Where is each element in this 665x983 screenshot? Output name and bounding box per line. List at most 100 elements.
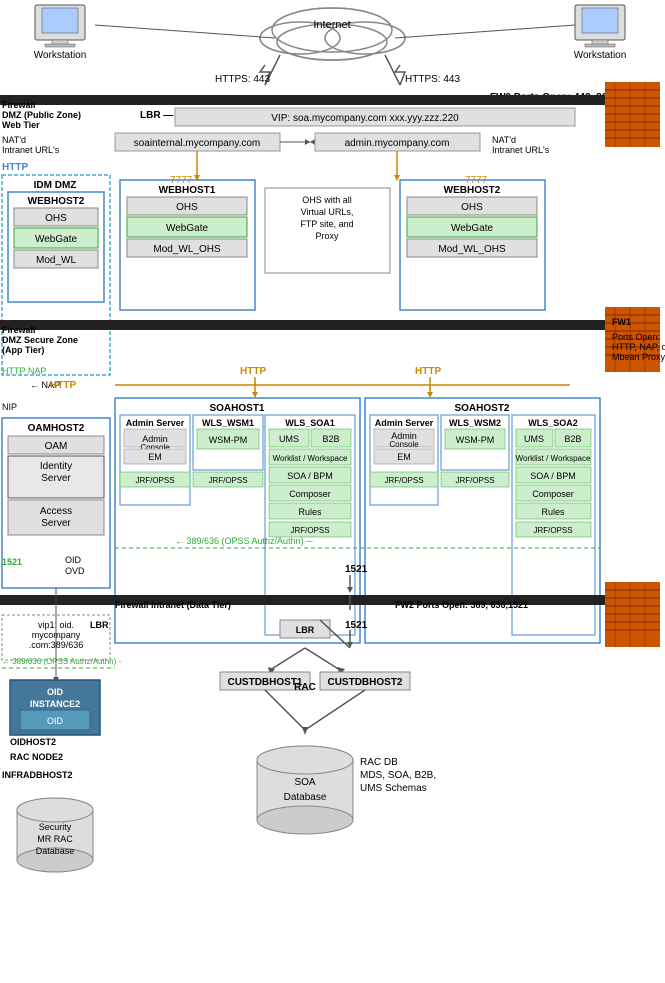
- svg-text:mycompany: mycompany: [32, 630, 81, 640]
- svg-text:OVD: OVD: [65, 566, 85, 576]
- svg-text:SOA / BPM: SOA / BPM: [530, 471, 576, 481]
- svg-text:WebGate: WebGate: [166, 223, 208, 234]
- svg-text:SOA / BPM: SOA / BPM: [287, 471, 333, 481]
- svg-text:← 389/636 (OPSS Authz/Authn) ─: ← 389/636 (OPSS Authz/Authn) ─: [175, 536, 313, 546]
- svg-text:WLS_WSM1: WLS_WSM1: [202, 418, 254, 428]
- svg-text:admin.mycompany.com: admin.mycompany.com: [345, 138, 450, 149]
- svg-text:Admin Server: Admin Server: [375, 418, 434, 428]
- svg-text:OID: OID: [47, 716, 64, 726]
- svg-text:1521: 1521: [345, 564, 368, 575]
- svg-text:WEBHOST2: WEBHOST2: [444, 185, 501, 196]
- svg-text:Intranet URL's: Intranet URL's: [2, 145, 60, 155]
- svg-text:OIDHOST2: OIDHOST2: [10, 737, 56, 747]
- svg-text:soainternal.mycompany.com: soainternal.mycompany.com: [134, 138, 261, 149]
- svg-text:Ports Open:: Ports Open:: [612, 332, 660, 342]
- svg-text:RAC DB: RAC DB: [360, 757, 398, 768]
- svg-text:Workstation: Workstation: [34, 50, 87, 61]
- svg-text:WEBHOST2: WEBHOST2: [28, 196, 85, 207]
- svg-text:SOAHOST2: SOAHOST2: [454, 403, 509, 414]
- svg-text:WebGate: WebGate: [35, 234, 77, 245]
- svg-text:UMS Schemas: UMS Schemas: [360, 783, 427, 794]
- svg-text:DMZ (Public Zone): DMZ (Public Zone): [2, 110, 81, 120]
- svg-text:B2B: B2B: [564, 434, 581, 444]
- svg-text:INFRADBHOST2: INFRADBHOST2: [2, 770, 73, 780]
- svg-text:Firewall Intranet (Data Tier): Firewall Intranet (Data Tier): [115, 600, 231, 610]
- svg-text:CUSTDBHOST1: CUSTDBHOST1: [227, 677, 302, 688]
- svg-text:Web Tier: Web Tier: [2, 120, 40, 130]
- svg-text:HTTP: HTTP: [240, 366, 266, 377]
- svg-text:Worklist / Workspace: Worklist / Workspace: [516, 454, 591, 463]
- svg-text:NAT'd: NAT'd: [492, 135, 516, 145]
- svg-text:HTTP: HTTP: [50, 380, 76, 391]
- svg-text:1521: 1521: [2, 557, 22, 567]
- svg-text:Database: Database: [284, 792, 327, 803]
- svg-text:Server: Server: [41, 473, 71, 484]
- svg-text:Admin: Admin: [391, 431, 417, 441]
- svg-text:MR RAC: MR RAC: [37, 834, 73, 844]
- svg-text:OAM: OAM: [45, 441, 68, 452]
- svg-text:B2B: B2B: [322, 434, 339, 444]
- svg-text:WSM-PM: WSM-PM: [456, 435, 495, 445]
- svg-text:← NAP: ← NAP: [30, 380, 60, 390]
- svg-text:Console: Console: [389, 440, 419, 449]
- svg-text:Access: Access: [40, 506, 72, 517]
- svg-text:HTTPS: 443: HTTPS: 443: [405, 74, 460, 85]
- svg-text:WLS_SOA2: WLS_SOA2: [528, 418, 578, 428]
- svg-text:HTTP: HTTP: [2, 162, 28, 173]
- svg-text:Mod_WL_OHS: Mod_WL_OHS: [438, 244, 506, 255]
- svg-text:JRF/OPSS: JRF/OPSS: [533, 526, 572, 535]
- svg-text:Intranet URL's: Intranet URL's: [492, 145, 550, 155]
- svg-text:7777: 7777: [465, 175, 488, 186]
- svg-text:FW2 Ports Open: 389, 636,1521: FW2 Ports Open: 389, 636,1521: [395, 600, 528, 610]
- svg-text:Rules: Rules: [298, 507, 322, 517]
- svg-text:CUSTDBHOST2: CUSTDBHOST2: [327, 677, 402, 688]
- svg-text:WebGate: WebGate: [451, 223, 493, 234]
- svg-text:Mod_WL_OHS: Mod_WL_OHS: [153, 244, 221, 255]
- svg-text:EM: EM: [397, 452, 411, 462]
- svg-text:Server: Server: [41, 518, 71, 529]
- svg-text:Firewall: Firewall: [2, 325, 36, 335]
- svg-text:Worklist / Workspace: Worklist / Workspace: [273, 454, 348, 463]
- svg-text:HTTP, NAP, opmn,: HTTP, NAP, opmn,: [612, 342, 665, 352]
- svg-text:Virtual URLs,: Virtual URLs,: [301, 207, 354, 217]
- svg-text:Composer: Composer: [289, 489, 331, 499]
- svg-text:Mbean Proxy: Mbean Proxy: [612, 352, 665, 362]
- svg-text:← 389/636 (OPSS Authz/Authn) -: ← 389/636 (OPSS Authz/Authn) -: [2, 657, 122, 666]
- svg-text:Mod_WL: Mod_WL: [36, 255, 76, 266]
- svg-text:JRF/OPSS: JRF/OPSS: [455, 476, 494, 485]
- svg-text:RAC: RAC: [294, 682, 316, 693]
- svg-text:WSM-PM: WSM-PM: [209, 435, 248, 445]
- svg-text:Firewall: Firewall: [2, 100, 36, 110]
- svg-text:MDS, SOA, B2B,: MDS, SOA, B2B,: [360, 770, 436, 781]
- svg-text:7777: 7777: [170, 175, 193, 186]
- svg-text:DMZ Secure Zone: DMZ Secure Zone: [2, 335, 78, 345]
- svg-text:SOAHOST1: SOAHOST1: [209, 403, 264, 414]
- svg-text:Identity: Identity: [40, 461, 72, 472]
- svg-text:LBR: LBR: [296, 625, 315, 635]
- svg-text:JRF/OPSS: JRF/OPSS: [290, 526, 329, 535]
- svg-text:FTP site, and: FTP site, and: [300, 219, 353, 229]
- svg-text:INSTANCE2: INSTANCE2: [30, 699, 80, 709]
- svg-text:Proxy: Proxy: [315, 231, 339, 241]
- svg-text:Security: Security: [39, 822, 72, 832]
- svg-text:NIP: NIP: [2, 402, 17, 412]
- svg-text:IDM DMZ: IDM DMZ: [34, 180, 77, 191]
- svg-text:HTTPS: 443: HTTPS: 443: [215, 74, 270, 85]
- svg-text:JRF/OPSS: JRF/OPSS: [208, 476, 247, 485]
- svg-text:(App Tier): (App Tier): [2, 345, 44, 355]
- svg-text:Admin: Admin: [142, 434, 168, 444]
- svg-text:Internet: Internet: [313, 19, 350, 31]
- svg-text:LBR: LBR: [90, 620, 109, 630]
- svg-text:UMS: UMS: [524, 434, 544, 444]
- svg-text:OAMHOST2: OAMHOST2: [28, 423, 85, 434]
- svg-text:Admin Server: Admin Server: [126, 418, 185, 428]
- svg-text:Workstation: Workstation: [574, 50, 627, 61]
- svg-text:FW0 Ports Open: 443, 80: FW0 Ports Open: 443, 80: [490, 92, 608, 103]
- diagram-svg: Internet Workstation Workstation HTTPS: …: [0, 0, 665, 983]
- svg-text:WEBHOST1: WEBHOST1: [159, 185, 216, 196]
- svg-text:Database: Database: [36, 846, 75, 856]
- svg-text:1521: 1521: [345, 620, 368, 631]
- svg-text:FW1: FW1: [612, 317, 631, 327]
- svg-text:vip1: oid.: vip1: oid.: [38, 620, 74, 630]
- svg-text:HTTP NAP: HTTP NAP: [2, 366, 46, 376]
